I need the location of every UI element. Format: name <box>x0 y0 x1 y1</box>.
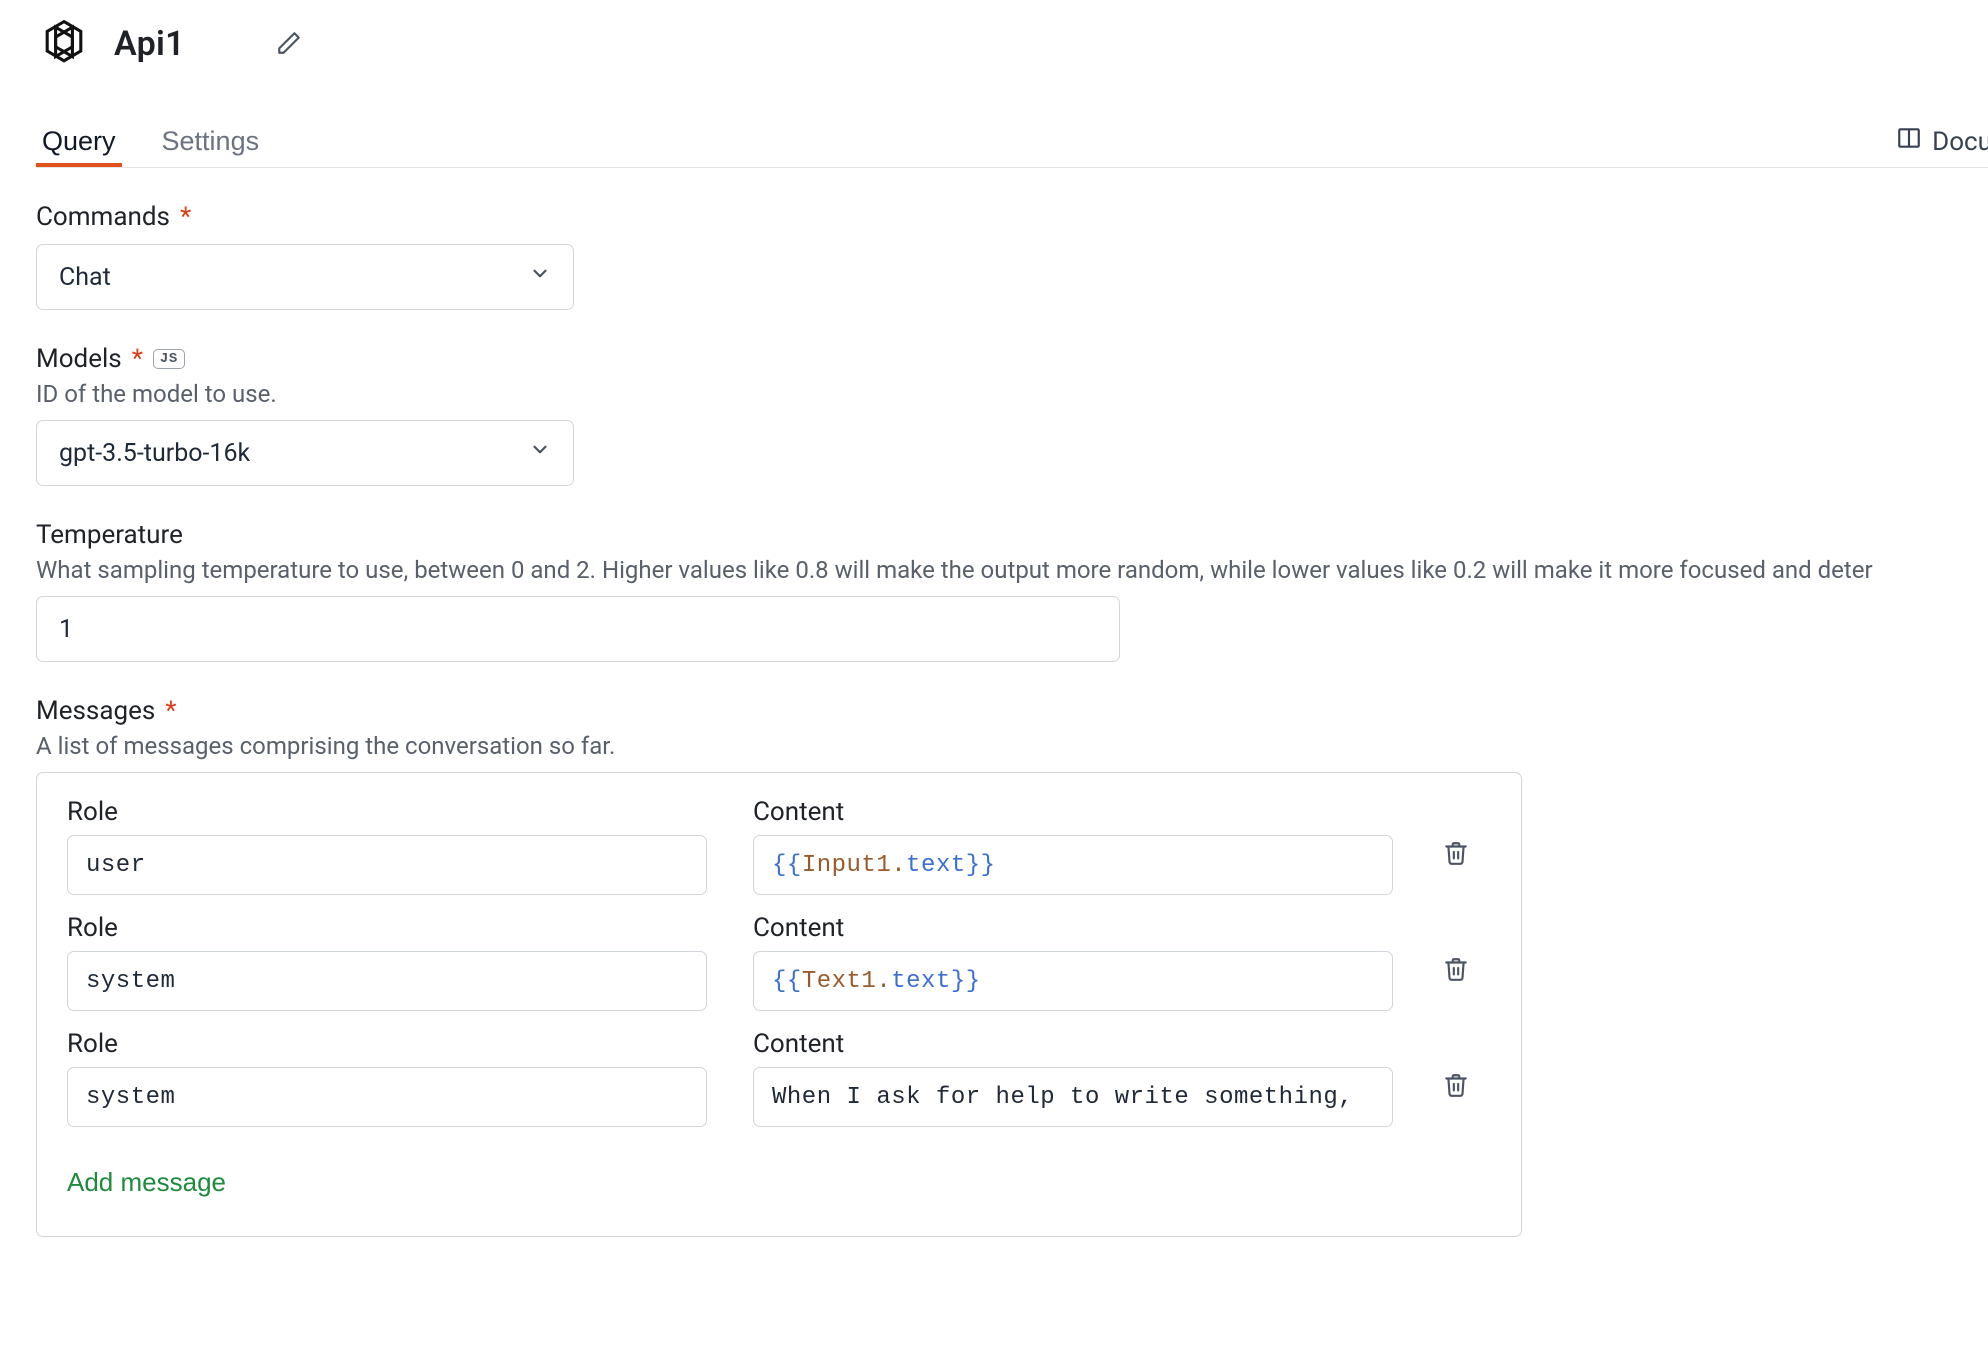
pencil-icon <box>276 30 302 59</box>
message-content-label: Content <box>753 913 1393 943</box>
temperature-field: Temperature What sampling temperature to… <box>36 520 1988 662</box>
trash-icon <box>1443 970 1469 985</box>
message-content-input[interactable]: {{Input1.text}} <box>753 835 1393 895</box>
models-label: Models <box>36 344 122 374</box>
message-role-input[interactable]: system <box>67 1067 707 1127</box>
models-select[interactable]: gpt-3.5-turbo-16k <box>36 420 574 486</box>
message-role-label: Role <box>67 913 707 943</box>
message-row: Role system Content When I ask for help to … <box>67 1029 1491 1127</box>
add-message-button[interactable]: Add message <box>67 1167 226 1198</box>
tab-settings[interactable]: Settings <box>156 125 266 167</box>
required-marker: * <box>165 696 176 726</box>
messages-helper: A list of messages comprising the conver… <box>36 732 1988 760</box>
commands-label: Commands <box>36 202 170 232</box>
temperature-label: Temperature <box>36 520 183 550</box>
chevron-down-icon <box>529 439 551 468</box>
message-content-input[interactable]: When I ask for help to write something, <box>753 1067 1393 1127</box>
message-row: Role system Content {{Text1.text}} <box>67 913 1491 1011</box>
message-content-label: Content <box>753 1029 1393 1059</box>
commands-field: Commands * Chat <box>36 202 1988 310</box>
message-role-input[interactable]: system <box>67 951 707 1011</box>
message-role-input[interactable]: user <box>67 835 707 895</box>
tab-query[interactable]: Query <box>36 125 122 167</box>
messages-field: Messages * A list of messages comprising … <box>36 696 1988 1237</box>
commands-select[interactable]: Chat <box>36 244 574 310</box>
js-badge: JS <box>153 349 185 369</box>
book-icon <box>1896 125 1922 158</box>
delete-message-button[interactable] <box>1439 1069 1473 1103</box>
message-content-input[interactable]: {{Text1.text}} <box>753 951 1393 1011</box>
edit-title-button[interactable] <box>273 28 305 60</box>
commands-value: Chat <box>59 263 111 292</box>
trash-icon <box>1443 854 1469 869</box>
openai-logo-icon <box>36 16 92 72</box>
message-role-label: Role <box>67 797 707 827</box>
models-helper: ID of the model to use. <box>36 380 1988 408</box>
message-content-label: Content <box>753 797 1393 827</box>
documentation-label: Docu <box>1932 127 1988 157</box>
message-role-label: Role <box>67 1029 707 1059</box>
trash-icon <box>1443 1086 1469 1101</box>
documentation-link[interactable]: Docu <box>1896 125 1988 158</box>
chevron-down-icon <box>529 263 551 292</box>
models-field: Models * JS ID of the model to use. gpt-3… <box>36 344 1988 486</box>
messages-label: Messages <box>36 696 155 726</box>
temperature-helper: What sampling temperature to use, betwee… <box>36 556 1988 584</box>
temperature-value: 1 <box>59 615 73 644</box>
message-row: Role user Content {{Input1.text}} <box>67 797 1491 895</box>
delete-message-button[interactable] <box>1439 953 1473 987</box>
required-marker: * <box>132 344 143 374</box>
models-value: gpt-3.5-turbo-16k <box>59 439 250 468</box>
required-marker: * <box>180 202 191 232</box>
messages-container: Role user Content {{Input1.text}} Role system… <box>36 772 1522 1237</box>
temperature-input[interactable]: 1 <box>36 596 1120 662</box>
delete-message-button[interactable] <box>1439 837 1473 871</box>
api-title: Api1 <box>114 24 185 64</box>
